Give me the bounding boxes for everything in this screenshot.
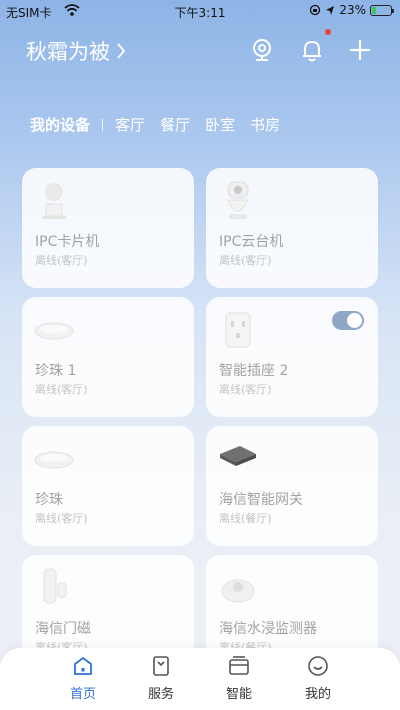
tab-home[interactable]: 首页 xyxy=(53,654,113,702)
device-name: 海信门磁 xyxy=(35,621,91,637)
device-status: 离线(客厅) xyxy=(35,512,88,525)
location-icon xyxy=(326,5,335,15)
battery-percent: 23% xyxy=(339,3,366,17)
tab-label: 首页 xyxy=(69,687,96,702)
tab-label: 服务 xyxy=(147,687,174,702)
device-name: 珍珠 xyxy=(35,492,63,508)
battery-fill xyxy=(372,6,377,14)
device-name: IPC云台机 xyxy=(219,234,284,250)
device-status: 离线(客厅) xyxy=(35,383,88,396)
tab-profile[interactable]: 我的 xyxy=(288,654,348,702)
room-tab-4[interactable]: 书房 xyxy=(250,114,280,135)
device-card[interactable]: IPC云台机 离线(客厅) xyxy=(206,168,378,288)
tab-service[interactable]: 服务 xyxy=(131,654,191,702)
notification-dot xyxy=(325,29,331,35)
device-status: 离线(客厅) xyxy=(35,254,88,267)
status-bar: 无SIM卡 下午3:11 23% xyxy=(0,0,400,22)
ptz-camera-icon xyxy=(227,181,249,219)
device-name: 海信水浸监测器 xyxy=(219,621,317,637)
orientation-lock-icon xyxy=(310,4,321,16)
home-selector[interactable]: 秋霜为被 xyxy=(26,36,126,66)
battery-icon xyxy=(370,4,394,16)
service-icon xyxy=(153,656,169,676)
device-status: 离线(客厅) xyxy=(219,254,272,267)
power-toggle[interactable] xyxy=(332,311,364,330)
smart-socket-icon xyxy=(225,312,251,348)
plus-icon[interactable] xyxy=(346,36,374,64)
room-tabs: 我的设备 客厅 餐厅 卧室 书房 xyxy=(30,114,295,135)
device-card[interactable]: 珍珠 1 离线(客厅) xyxy=(22,297,194,417)
home-name: 秋霜为被 xyxy=(26,40,110,64)
device-card[interactable]: IPC卡片机 离线(客厅) xyxy=(22,168,194,288)
device-name: 珍珠 1 xyxy=(35,363,77,379)
tab-label: 我的 xyxy=(304,687,331,702)
door-sensor-icon xyxy=(43,568,67,604)
device-status: 离线(客厅) xyxy=(219,383,272,396)
chevron-right-icon xyxy=(117,43,126,59)
device-card[interactable]: 智能插座 2 离线(客厅) xyxy=(206,297,378,417)
gateway-icon xyxy=(220,446,256,466)
room-tab-divider xyxy=(102,118,104,131)
bottom-tab-bar: 首页 服务 智能 我的 xyxy=(0,648,400,710)
device-status: 离线(餐厅) xyxy=(219,512,272,525)
header: 秋霜为被 xyxy=(0,30,400,74)
device-name: 智能插座 2 xyxy=(219,363,289,379)
device-card[interactable]: 珍珠离线(客厅) xyxy=(22,426,194,546)
camera-icon[interactable] xyxy=(248,36,276,64)
water-leak-sensor-icon xyxy=(221,579,255,603)
room-tab-3[interactable]: 卧室 xyxy=(205,114,235,135)
device-card[interactable]: 海信智能网关 离线(餐厅) xyxy=(206,426,378,546)
device-name: IPC卡片机 xyxy=(35,234,100,250)
pearl-hub-icon xyxy=(34,451,74,469)
room-tab-2[interactable]: 餐厅 xyxy=(160,114,190,135)
tab-smart[interactable]: 智能 xyxy=(209,654,269,702)
toggle-knob xyxy=(347,313,362,328)
home-icon xyxy=(74,656,92,675)
tab-label: 智能 xyxy=(225,687,252,702)
bell-icon[interactable] xyxy=(298,36,326,64)
room-tab-1[interactable]: 客厅 xyxy=(115,114,145,135)
room-tab-0[interactable]: 我的设备 xyxy=(30,114,90,135)
ipc-card-camera-icon xyxy=(42,183,66,219)
smart-icon xyxy=(229,656,249,675)
profile-icon xyxy=(308,656,328,676)
pearl-hub-icon xyxy=(34,322,74,340)
device-name: 海信智能网关 xyxy=(219,492,303,508)
